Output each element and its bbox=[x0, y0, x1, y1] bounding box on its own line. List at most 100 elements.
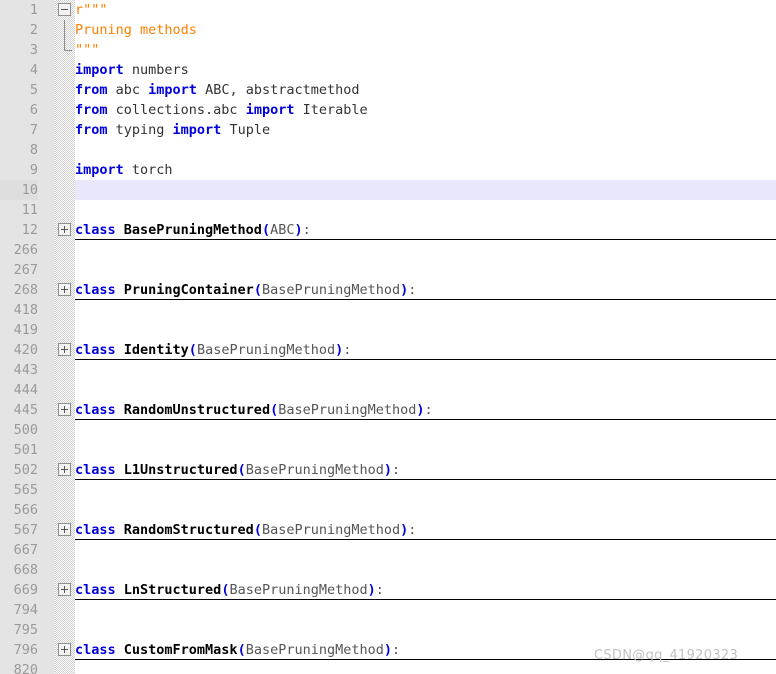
code-line-content[interactable]: class BasePruningMethod(ABC): bbox=[75, 220, 776, 240]
code-line-content[interactable] bbox=[75, 480, 776, 500]
code-token-ident: abc bbox=[107, 82, 149, 98]
code-line-row[interactable]: 7 from typing import Tuple bbox=[0, 120, 776, 140]
line-number: 7 bbox=[29, 122, 38, 138]
code-line-row[interactable]: 5 from abc import ABC, abstractmethod bbox=[0, 80, 776, 100]
code-line-row[interactable]: 10 bbox=[0, 180, 776, 200]
code-line-content[interactable] bbox=[75, 320, 776, 340]
code-line-content[interactable] bbox=[75, 380, 776, 400]
code-token-base: : bbox=[424, 402, 433, 418]
code-token-base: ABC bbox=[270, 222, 295, 238]
code-line-content[interactable]: class Identity(BasePruningMethod): bbox=[75, 340, 776, 360]
code-line-content[interactable]: from collections.abc import Iterable bbox=[75, 100, 776, 120]
code-line-row[interactable]: 502 class L1Unstructured(BasePruningMetho… bbox=[0, 460, 776, 480]
code-line-content[interactable] bbox=[75, 660, 776, 674]
code-line-content[interactable]: class L1Unstructured(BasePruningMethod): bbox=[75, 460, 776, 480]
code-token-kw: from bbox=[75, 102, 108, 118]
code-line-content[interactable] bbox=[75, 560, 776, 580]
code-line-row[interactable]: 796 class CustomFromMask(BasePruningMetho… bbox=[0, 640, 776, 660]
line-number: 501 bbox=[13, 442, 38, 458]
plus-box-icon[interactable] bbox=[58, 523, 71, 536]
code-token-kw: class bbox=[75, 342, 116, 358]
code-line-row[interactable]: 500 bbox=[0, 420, 776, 440]
line-number: 420 bbox=[13, 342, 38, 358]
code-line-content[interactable]: class CustomFromMask(BasePruningMethod): bbox=[75, 640, 776, 660]
code-token-ident: numbers bbox=[123, 62, 189, 78]
code-line-row[interactable]: 501 bbox=[0, 440, 776, 460]
line-number: 669 bbox=[13, 582, 38, 598]
code-line-row[interactable]: 267 bbox=[0, 260, 776, 280]
code-line-content[interactable]: class PruningContainer(BasePruningMethod… bbox=[75, 280, 776, 300]
code-line-content[interactable]: from abc import ABC, abstractmethod bbox=[75, 80, 776, 100]
code-line-content[interactable] bbox=[75, 500, 776, 520]
code-line-row[interactable]: 3 """ bbox=[0, 40, 776, 60]
code-text: class L1Unstructured(BasePruningMethod): bbox=[75, 460, 400, 480]
code-line-content[interactable]: r""" bbox=[75, 0, 776, 20]
code-line-content[interactable] bbox=[75, 240, 776, 260]
plus-box-icon[interactable] bbox=[58, 463, 71, 476]
code-line-row[interactable]: 2 Pruning methods bbox=[0, 20, 776, 40]
code-line-content[interactable]: class LnStructured(BasePruningMethod): bbox=[75, 580, 776, 600]
code-line-row[interactable]: 419 bbox=[0, 320, 776, 340]
code-line-row[interactable]: 1 r""" bbox=[0, 0, 776, 20]
code-line-content[interactable]: class RandomStructured(BasePruningMethod… bbox=[75, 520, 776, 540]
code-line-content[interactable] bbox=[75, 260, 776, 280]
code-line-row[interactable]: 9 import torch bbox=[0, 160, 776, 180]
code-line-content[interactable] bbox=[75, 620, 776, 640]
code-line-row[interactable]: 11 bbox=[0, 200, 776, 220]
plus-box-icon[interactable] bbox=[58, 583, 71, 596]
minus-box-icon[interactable] bbox=[58, 3, 71, 16]
code-line-content[interactable]: Pruning methods bbox=[75, 20, 776, 40]
code-line-content[interactable] bbox=[75, 360, 776, 380]
plus-box-icon[interactable] bbox=[58, 283, 71, 296]
code-line-row[interactable]: 668 bbox=[0, 560, 776, 580]
code-line-row[interactable]: 4 import numbers bbox=[0, 60, 776, 80]
code-token-punc: ( bbox=[237, 642, 246, 658]
code-line-content[interactable] bbox=[75, 300, 776, 320]
code-line-content[interactable]: class RandomUnstructured(BasePruningMeth… bbox=[75, 400, 776, 420]
code-text: import torch bbox=[75, 160, 173, 180]
code-line-content[interactable]: import numbers bbox=[75, 60, 776, 80]
code-line-row[interactable]: 12 class BasePruningMethod(ABC): bbox=[0, 220, 776, 240]
code-line-content[interactable]: """ bbox=[75, 40, 776, 60]
code-line-content[interactable] bbox=[75, 180, 776, 200]
code-line-row[interactable]: 444 bbox=[0, 380, 776, 400]
code-line-row[interactable]: 443 bbox=[0, 360, 776, 380]
code-line-row[interactable]: 794 bbox=[0, 600, 776, 620]
code-editor[interactable]: 1 r""" 2 Pruning methods 3 """ 4 import numbers… bbox=[0, 0, 776, 674]
code-line-content[interactable]: from typing import Tuple bbox=[75, 120, 776, 140]
code-line-row[interactable]: 669 class LnStructured(BasePruningMethod)… bbox=[0, 580, 776, 600]
code-line-row[interactable]: 268 class PruningContainer(BasePruningMet… bbox=[0, 280, 776, 300]
code-line-row[interactable]: 565 bbox=[0, 480, 776, 500]
code-line-row[interactable]: 6 from collections.abc import Iterable bbox=[0, 100, 776, 120]
code-token-cname: LnStructured bbox=[115, 582, 222, 598]
code-line-row[interactable]: 566 bbox=[0, 500, 776, 520]
code-line-row[interactable]: 8 bbox=[0, 140, 776, 160]
code-token-punc: ) bbox=[383, 462, 393, 478]
code-token-punc: ( bbox=[261, 222, 271, 238]
code-line-content[interactable] bbox=[75, 420, 776, 440]
code-line-content[interactable] bbox=[75, 200, 776, 220]
line-number: 267 bbox=[13, 262, 38, 278]
code-text: class Identity(BasePruningMethod): bbox=[75, 340, 351, 360]
line-number: 268 bbox=[13, 282, 38, 298]
code-line-row[interactable]: 667 bbox=[0, 540, 776, 560]
plus-box-icon[interactable] bbox=[58, 223, 71, 236]
fold-icon-vertical-bar bbox=[64, 346, 65, 353]
code-line-row[interactable]: 567 class RandomStructured(BasePruningMet… bbox=[0, 520, 776, 540]
code-line-content[interactable] bbox=[75, 440, 776, 460]
code-line-row[interactable]: 266 bbox=[0, 240, 776, 260]
code-line-row[interactable]: 420 class Identity(BasePruningMethod): bbox=[0, 340, 776, 360]
code-line-row[interactable]: 418 bbox=[0, 300, 776, 320]
plus-box-icon[interactable] bbox=[58, 343, 71, 356]
code-line-row[interactable]: 445 class RandomUnstructured(BasePruningM… bbox=[0, 400, 776, 420]
plus-box-icon[interactable] bbox=[58, 403, 71, 416]
code-token-docstr: Pruning methods bbox=[75, 22, 197, 38]
code-line-content[interactable]: import torch bbox=[75, 160, 776, 180]
code-line-row[interactable]: 820 bbox=[0, 660, 776, 674]
code-line-content[interactable] bbox=[75, 540, 776, 560]
code-line-row[interactable]: 795 bbox=[0, 620, 776, 640]
code-token-kw: from bbox=[75, 82, 108, 98]
code-line-content[interactable] bbox=[75, 600, 776, 620]
plus-box-icon[interactable] bbox=[58, 643, 71, 656]
code-line-content[interactable] bbox=[75, 140, 776, 160]
